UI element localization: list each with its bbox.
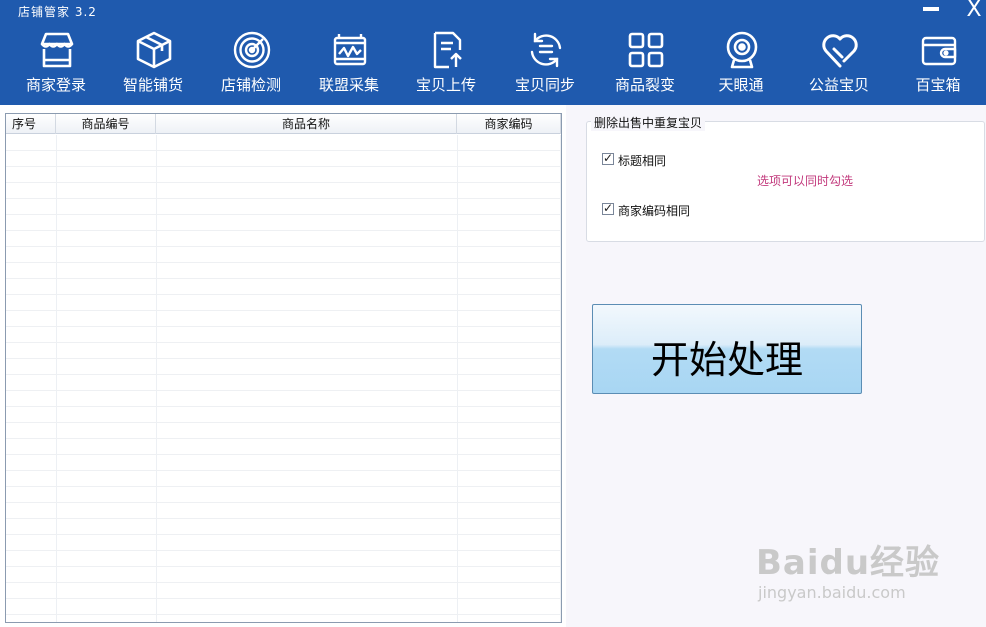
table-row[interactable] <box>6 135 561 151</box>
table-row[interactable] <box>6 215 561 231</box>
toolbar-label: 商品裂变 <box>614 76 675 94</box>
table-row[interactable] <box>6 471 561 487</box>
table-row[interactable] <box>6 423 561 439</box>
product-table[interactable]: 序号 商品编号 商品名称 商家编码 <box>5 113 562 623</box>
table-row[interactable] <box>6 263 561 279</box>
table-row[interactable] <box>6 327 561 343</box>
toolbar-label: 天眼通 <box>718 76 764 94</box>
document-upload-icon <box>433 31 462 69</box>
table-row[interactable] <box>6 231 561 247</box>
toolbar-label: 商家登录 <box>25 76 86 94</box>
start-processing-button[interactable]: 开始处理 <box>592 304 862 394</box>
toolbar-label: 公益宝贝 <box>808 76 869 94</box>
toolbar-toolbox[interactable]: 百宝箱 <box>890 24 986 102</box>
app-title: 店铺管家 3.2 <box>18 5 97 19</box>
watermark-logo: Baidu经验 <box>756 543 941 583</box>
table-row[interactable] <box>6 391 561 407</box>
table-row[interactable] <box>6 183 561 199</box>
webcam-icon <box>726 31 758 69</box>
close-button[interactable]: X <box>962 0 986 22</box>
toolbar-alliance-collect[interactable]: 联盟采集 <box>301 24 397 102</box>
checkbox-label: 标题相同 <box>618 154 667 168</box>
toolbar-merchant-login[interactable]: 商家登录 <box>8 24 104 102</box>
table-row[interactable] <box>6 199 561 215</box>
heart-icon <box>822 34 858 68</box>
table-row[interactable] <box>6 503 561 519</box>
toolbar-label: 宝贝同步 <box>514 76 575 94</box>
table-row[interactable] <box>6 567 561 583</box>
checkbox-label: 商家编码相同 <box>618 204 691 218</box>
table-row[interactable] <box>6 151 561 167</box>
table-row[interactable] <box>6 279 561 295</box>
wallet-icon <box>921 36 957 66</box>
table-header: 序号 商品编号 商品名称 商家编码 <box>6 114 561 134</box>
table-row[interactable] <box>6 439 561 455</box>
table-row[interactable] <box>6 583 561 599</box>
table-row[interactable] <box>6 359 561 375</box>
table-row[interactable] <box>6 295 561 311</box>
toolbar-sky-eye[interactable]: 天眼通 <box>693 24 789 102</box>
toolbar-label: 智能铺货 <box>122 76 183 94</box>
column-header-merchant-code[interactable]: 商家编码 <box>457 114 561 134</box>
column-header-index[interactable]: 序号 <box>6 114 56 134</box>
toolbar-smart-listing[interactable]: 智能铺货 <box>105 24 201 102</box>
table-row[interactable] <box>6 455 561 471</box>
table-row[interactable] <box>6 519 561 535</box>
toolbar-label: 联盟采集 <box>318 76 379 94</box>
radar-icon <box>233 31 271 69</box>
checkbox-checked-icon[interactable] <box>602 151 614 165</box>
table-row[interactable] <box>6 311 561 327</box>
toolbar-label: 店铺检测 <box>220 76 281 94</box>
table-row[interactable] <box>6 487 561 503</box>
table-row[interactable] <box>6 407 561 423</box>
minimize-button[interactable] <box>920 0 942 20</box>
storefront-icon <box>40 32 74 68</box>
column-header-product-id[interactable]: 商品编号 <box>56 114 156 134</box>
grid-icon <box>628 32 664 68</box>
toolbar-product-split[interactable]: 商品裂变 <box>597 24 693 102</box>
table-row[interactable] <box>6 551 561 567</box>
title-bar: 店铺管家 3.2 X 商家登录 智能铺货 店铺检测 联盟采集 宝贝上传 宝贝同步… <box>0 0 986 105</box>
table-row[interactable] <box>6 247 561 263</box>
toolbar-charity-item[interactable]: 公益宝贝 <box>791 24 887 102</box>
table-body <box>6 135 561 622</box>
toolbar-item-sync[interactable]: 宝贝同步 <box>497 24 593 102</box>
options-hint: 选项可以同时勾选 <box>757 174 854 188</box>
toolbar-item-upload[interactable]: 宝贝上传 <box>398 24 494 102</box>
column-header-product-name[interactable]: 商品名称 <box>156 114 457 134</box>
toolbar-store-check[interactable]: 店铺检测 <box>203 24 299 102</box>
watermark-url: jingyan.baidu.com <box>758 583 906 602</box>
group-title: 删除出售中重复宝贝 <box>591 114 706 131</box>
toolbar-label: 宝贝上传 <box>415 76 476 94</box>
main-toolbar: 商家登录 智能铺货 店铺检测 联盟采集 宝贝上传 宝贝同步 商品裂变 天眼通 公… <box>0 24 986 102</box>
table-row[interactable] <box>6 375 561 391</box>
chart-frame-icon <box>333 34 367 66</box>
table-row[interactable] <box>6 535 561 551</box>
start-button-label: 开始处理 <box>650 338 803 382</box>
table-row[interactable] <box>6 599 561 615</box>
toolbar-label: 百宝箱 <box>915 76 961 94</box>
checkbox-checked-icon[interactable] <box>602 201 614 215</box>
sync-icon <box>530 32 562 68</box>
table-row[interactable] <box>6 167 561 183</box>
table-row[interactable] <box>6 343 561 359</box>
box-icon <box>136 31 172 69</box>
